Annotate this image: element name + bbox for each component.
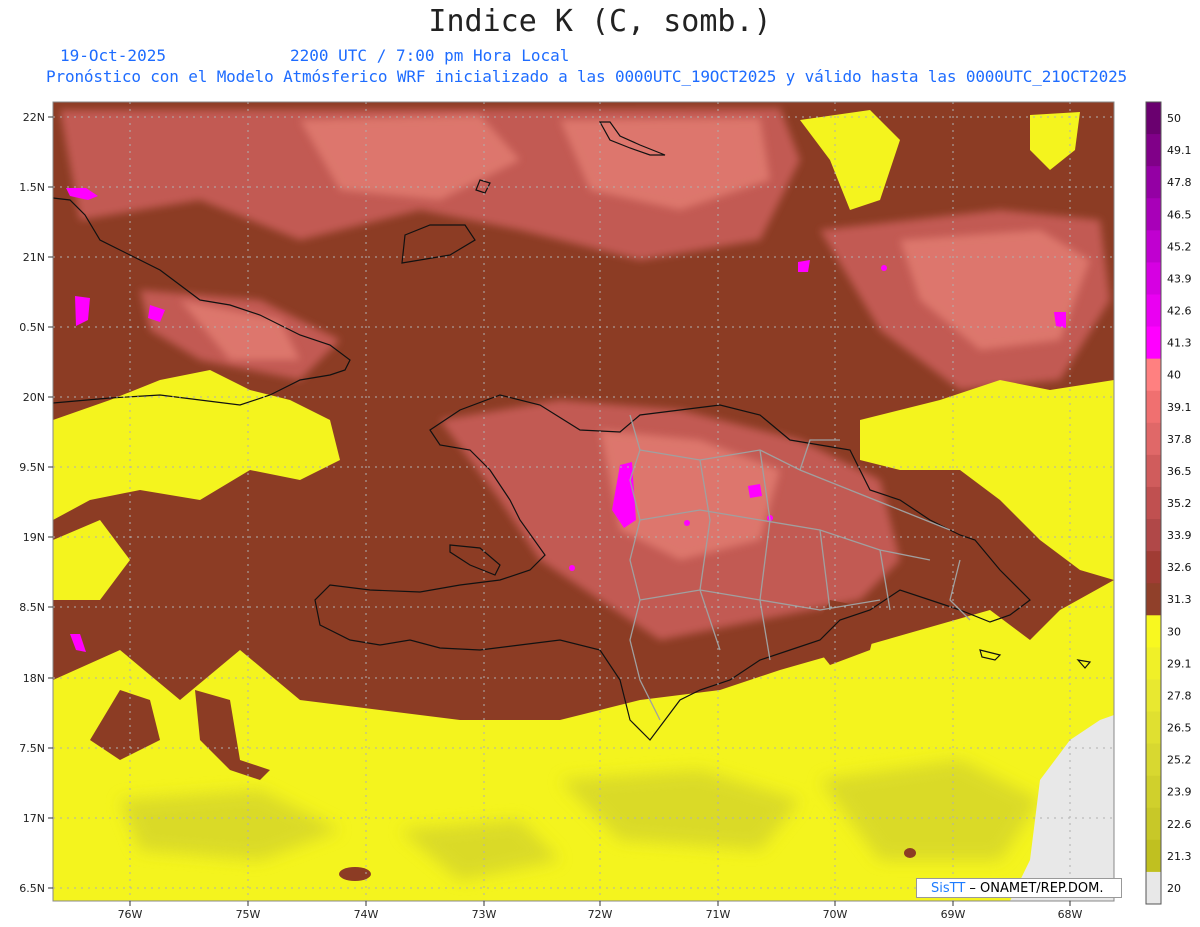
colorbar-label: 37.8 xyxy=(1167,433,1192,446)
lon-tick-label: 70W xyxy=(823,908,848,921)
colorbar-label: 23.9 xyxy=(1167,786,1192,799)
lon-tick-label: 71W xyxy=(706,908,731,921)
lat-tick-label: 9.5N xyxy=(19,461,45,474)
lon-tick-label: 68W xyxy=(1058,908,1083,921)
lat-tick-label: 17N xyxy=(23,812,45,825)
colorbar-label: 20 xyxy=(1167,882,1181,895)
colorbar-label: 50 xyxy=(1167,112,1181,125)
colorbar-label: 27.8 xyxy=(1167,689,1192,702)
colorbar-swatch xyxy=(1146,134,1161,167)
lon-tick-label: 69W xyxy=(941,908,966,921)
map-field xyxy=(53,102,1114,901)
colorbar-swatch xyxy=(1146,390,1161,424)
sistt-logo: SisTT xyxy=(931,881,966,896)
colorbar-swatch xyxy=(1146,839,1161,873)
colorbar-label: 47.8 xyxy=(1167,176,1192,189)
colorbar-swatch xyxy=(1146,647,1161,680)
colorbar-swatch xyxy=(1146,102,1161,135)
colorbar-swatch xyxy=(1146,422,1161,456)
colorbar-label: 39.1 xyxy=(1167,401,1192,414)
lon-tick-label: 74W xyxy=(354,908,379,921)
colorbar-swatch xyxy=(1146,807,1161,841)
colorbar-swatch xyxy=(1146,679,1161,713)
colorbar-swatch xyxy=(1146,358,1161,392)
colorbar-swatch xyxy=(1146,615,1161,648)
colorbar-label: 40 xyxy=(1167,369,1181,382)
lat-tick-label: 19N xyxy=(23,531,45,544)
credit-box: SisTT – ONAMET/REP.DOM. xyxy=(916,878,1122,898)
colorbar-label: 22.6 xyxy=(1167,818,1192,831)
colorbar-label: 29.1 xyxy=(1167,657,1192,670)
lat-tick-label: 21N xyxy=(23,251,45,264)
lat-tick-label: 22N xyxy=(23,111,45,124)
colorbar-swatch xyxy=(1146,198,1161,231)
colorbar-label: 31.3 xyxy=(1167,593,1192,606)
colorbar-label: 25.2 xyxy=(1167,754,1192,767)
lon-tick-label: 76W xyxy=(118,908,143,921)
colorbar-swatch xyxy=(1146,454,1161,488)
lon-tick-label: 73W xyxy=(472,908,497,921)
lat-tick-label: 6.5N xyxy=(19,882,45,895)
colorbar-swatch xyxy=(1146,326,1161,360)
lat-tick-label: 1.5N xyxy=(19,181,45,194)
colorbar-swatch xyxy=(1146,294,1161,328)
credit-text: – ONAMET/REP.DOM. xyxy=(965,881,1104,896)
colorbar-swatch xyxy=(1146,519,1161,552)
colorbar-swatch xyxy=(1146,262,1161,295)
colorbar-swatch xyxy=(1146,551,1161,584)
colorbar-label: 32.6 xyxy=(1167,561,1192,574)
colorbar-swatch xyxy=(1146,743,1161,777)
colorbar-label: 33.9 xyxy=(1167,529,1192,542)
forecast-map: 76W 75W 74W 73W 72W 71W 70W 69W 68W 22N … xyxy=(19,101,1192,921)
colorbar-label: 42.6 xyxy=(1167,305,1192,318)
colorbar-label: 35.2 xyxy=(1167,497,1192,510)
lon-labels: 76W 75W 74W 73W 72W 71W 70W 69W 68W xyxy=(118,908,1083,921)
colorbar-swatch xyxy=(1146,871,1161,905)
lat-labels: 22N 1.5N 21N 0.5N 20N 9.5N 19N 8.5N 18N … xyxy=(19,111,45,895)
colorbar-label: 41.3 xyxy=(1167,337,1192,350)
colorbar-label: 21.3 xyxy=(1167,850,1192,863)
colorbar: 50 49.1 47.8 46.5 45.2 43.9 42.6 41.3 40 39.1 37.8… xyxy=(1145,101,1192,905)
colorbar-label: 43.9 xyxy=(1167,272,1192,285)
colorbar-label: 26.5 xyxy=(1167,722,1192,735)
colorbar-label: 30 xyxy=(1167,625,1181,638)
colorbar-label: 36.5 xyxy=(1167,465,1192,478)
colorbar-swatch xyxy=(1146,711,1161,745)
lat-tick-label: 20N xyxy=(23,391,45,404)
lon-tick-label: 72W xyxy=(588,908,613,921)
colorbar-swatch xyxy=(1146,486,1161,520)
lat-tick-label: 8.5N xyxy=(19,601,45,614)
lat-tick-label: 0.5N xyxy=(19,321,45,334)
colorbar-swatch xyxy=(1146,230,1161,263)
colorbar-swatch xyxy=(1146,166,1161,199)
lat-tick-label: 18N xyxy=(23,672,45,685)
colorbar-label: 46.5 xyxy=(1167,208,1192,221)
lon-tick-label: 75W xyxy=(236,908,261,921)
colorbar-swatch xyxy=(1146,775,1161,809)
colorbar-swatch xyxy=(1146,583,1161,616)
colorbar-label: 45.2 xyxy=(1167,240,1192,253)
colorbar-label: 49.1 xyxy=(1167,144,1192,157)
lat-tick-label: 7.5N xyxy=(19,742,45,755)
